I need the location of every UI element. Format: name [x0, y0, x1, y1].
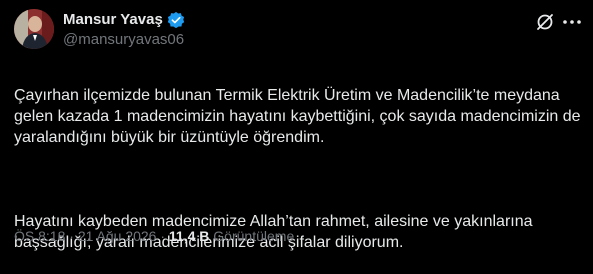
- grok-icon[interactable]: [535, 12, 555, 32]
- meta-separator: ·: [69, 228, 74, 244]
- tweet: Mansur Yavaş @mansuryavas06 Çayırhan ilç…: [0, 0, 593, 252]
- tweet-meta: ÖS 8:18 · 21 Ağu 2026 · 11,4 B Görüntüle…: [14, 227, 294, 245]
- tweet-paragraph-1: Çayırhan ilçemizde bulunan Termik Elektr…: [14, 87, 581, 146]
- verified-badge-icon[interactable]: [167, 11, 185, 29]
- views-label: Görüntüleme: [213, 228, 295, 244]
- avatar-image: [14, 9, 54, 49]
- tweet-date[interactable]: 21 Ağu 2026: [78, 228, 157, 244]
- avatar[interactable]: [14, 9, 54, 49]
- meta-separator: ·: [160, 228, 166, 244]
- more-options-icon[interactable]: [561, 12, 583, 32]
- views-count: 11,4 B: [168, 228, 210, 244]
- author-handle[interactable]: @mansuryavas06: [63, 31, 184, 49]
- author-name[interactable]: Mansur Yavaş: [63, 11, 163, 29]
- author-name-row: Mansur Yavaş: [63, 11, 185, 29]
- tweet-time[interactable]: ÖS 8:18: [14, 228, 65, 244]
